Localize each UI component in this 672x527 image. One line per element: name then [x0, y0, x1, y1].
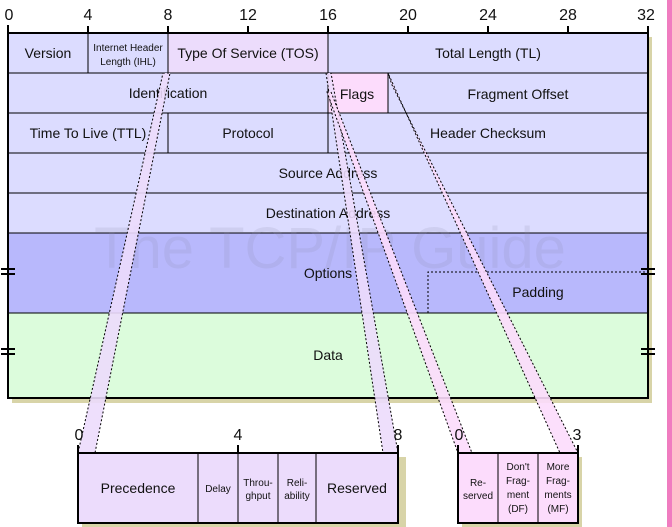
ip-header-diagram: The TCP/IP Guide 0 4 8 12 16 20 24 28 32…: [1, 0, 672, 527]
ruler-tick: 8: [164, 7, 173, 24]
label-header-checksum: Header Checksum: [430, 125, 546, 141]
ruler-tick: 24: [479, 7, 497, 24]
label-ttl: Time To Live (TTL): [30, 125, 147, 141]
label-data: Data: [313, 347, 343, 363]
ruler-tick: 20: [399, 7, 417, 24]
label-version: Version: [25, 45, 72, 61]
ruler-tick: 32: [637, 7, 655, 24]
ruler-tick: 0: [5, 7, 14, 24]
label-flags: Flags: [340, 86, 374, 102]
bit-ruler: 0 4 8 12 16 20 24 28 32: [5, 7, 655, 33]
flags-ruler-tick: 3: [573, 427, 582, 444]
label-df-4: (DF): [508, 504, 528, 515]
label-reliability-2: ability: [284, 491, 310, 502]
label-df-2: Frag-: [506, 476, 530, 487]
label-protocol: Protocol: [222, 125, 273, 141]
label-fragment-offset: Fragment Offset: [468, 86, 569, 102]
label-total-length: Total Length (TL): [435, 45, 541, 61]
label-throughput-2: ghput: [245, 491, 270, 502]
label-mf-1: More: [547, 462, 570, 473]
ruler-tick: 12: [239, 7, 257, 24]
label-mf-3: ments: [544, 490, 571, 501]
label-reliability-1: Reli-: [287, 478, 308, 489]
label-df-1: Don't: [506, 462, 529, 473]
flags-ruler-tick: 0: [455, 427, 464, 444]
label-throughput-1: Throu-: [243, 478, 272, 489]
label-df-3: ment: [507, 490, 529, 501]
side-bar: [667, 0, 672, 527]
tos-detail: 0 4 8 Precedence Delay Throu- ghput Reli…: [75, 427, 406, 527]
tos-ruler-tick: 8: [394, 427, 403, 444]
tos-ruler-tick: 0: [75, 427, 84, 444]
label-mf-4: (MF): [547, 504, 568, 515]
label-ihl-2: Length (IHL): [100, 57, 156, 68]
tos-ruler-tick: 4: [234, 427, 243, 444]
label-ihl-1: Internet Header: [93, 43, 163, 54]
label-padding: Padding: [512, 284, 563, 300]
ruler-tick: 4: [84, 7, 93, 24]
label-precedence: Precedence: [101, 480, 176, 496]
label-tos-reserved: Reserved: [327, 480, 387, 496]
ruler-tick: 28: [559, 7, 577, 24]
label-identification: Identification: [129, 85, 208, 101]
label-flag-reserved-1: Re-: [470, 478, 486, 489]
label-delay: Delay: [205, 484, 231, 495]
label-tos: Type Of Service (TOS): [177, 45, 318, 61]
label-mf-2: Frag-: [546, 476, 570, 487]
label-options: Options: [304, 265, 352, 281]
label-flag-reserved-2: served: [463, 491, 493, 502]
ruler-tick: 16: [319, 7, 337, 24]
